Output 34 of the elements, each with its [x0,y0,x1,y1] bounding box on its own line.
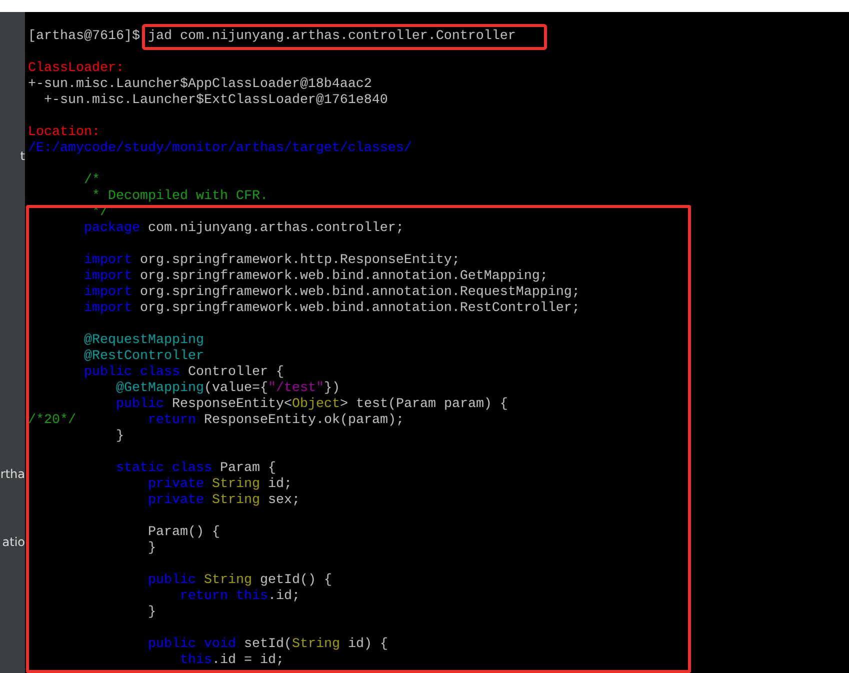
shell-prompt: [arthas@7616]$ [28,29,140,44]
code-line: @RestController [82,349,205,365]
code-line: public ResponseEntity<Object> test(Param param) { [114,397,509,413]
code-line: Location: [28,125,101,141]
code-line: ClassLoader: [28,61,125,77]
code-line: /E:/amycode/study/monitor/arthas/target/classes/ [28,141,413,157]
code-line: Param() { [146,525,221,541]
sidebar-item[interactable]: rtha [0,465,25,483]
code-line: public String getId() { [146,573,333,589]
code-line: @GetMapping(value={"/test"}) [114,381,341,397]
code-line: package com.nijunyang.arthas.controller; [82,221,405,237]
code-line: } [146,605,157,621]
code-line: import org.springframework.web.bind.annotation.GetMapping; [82,269,549,285]
code-line: static class Param { [114,461,277,477]
code-line: public class Controller { [82,365,285,381]
command-text: jad com.nijunyang.arthas.controller.Controller [142,24,547,50]
code-line: import org.springframework.web.bind.annotation.RestController; [82,301,581,317]
code-line: } [114,429,125,445]
code-line: private String id; [146,477,293,493]
code-line: +-sun.misc.Launcher$AppClassLoader@18b4aac2 [28,77,373,93]
code-line: } [146,541,157,557]
code-line: import org.springframework.http.ResponseEntity; [82,253,461,269]
code-line: return this.id; [178,589,301,605]
code-line: import org.springframework.web.bind.annotation.RequestMapping; [82,285,581,301]
code-line: /* [82,173,101,189]
code-line: private String sex; [146,493,301,509]
code-line: this.id = id; [178,653,285,669]
sidebar-item[interactable]: t [0,147,25,165]
code-line: /*20*/ return ResponseEntity.ok(param); [28,413,405,429]
code-line: public void setId(String id) { [146,637,389,653]
code-line: @RequestMapping [82,333,205,349]
code-line: +-sun.misc.Launcher$ExtClassLoader@1761e840 [42,93,389,109]
code-line: * Decompiled with CFR. [90,189,269,205]
sidebar-item[interactable]: atio [0,533,25,551]
